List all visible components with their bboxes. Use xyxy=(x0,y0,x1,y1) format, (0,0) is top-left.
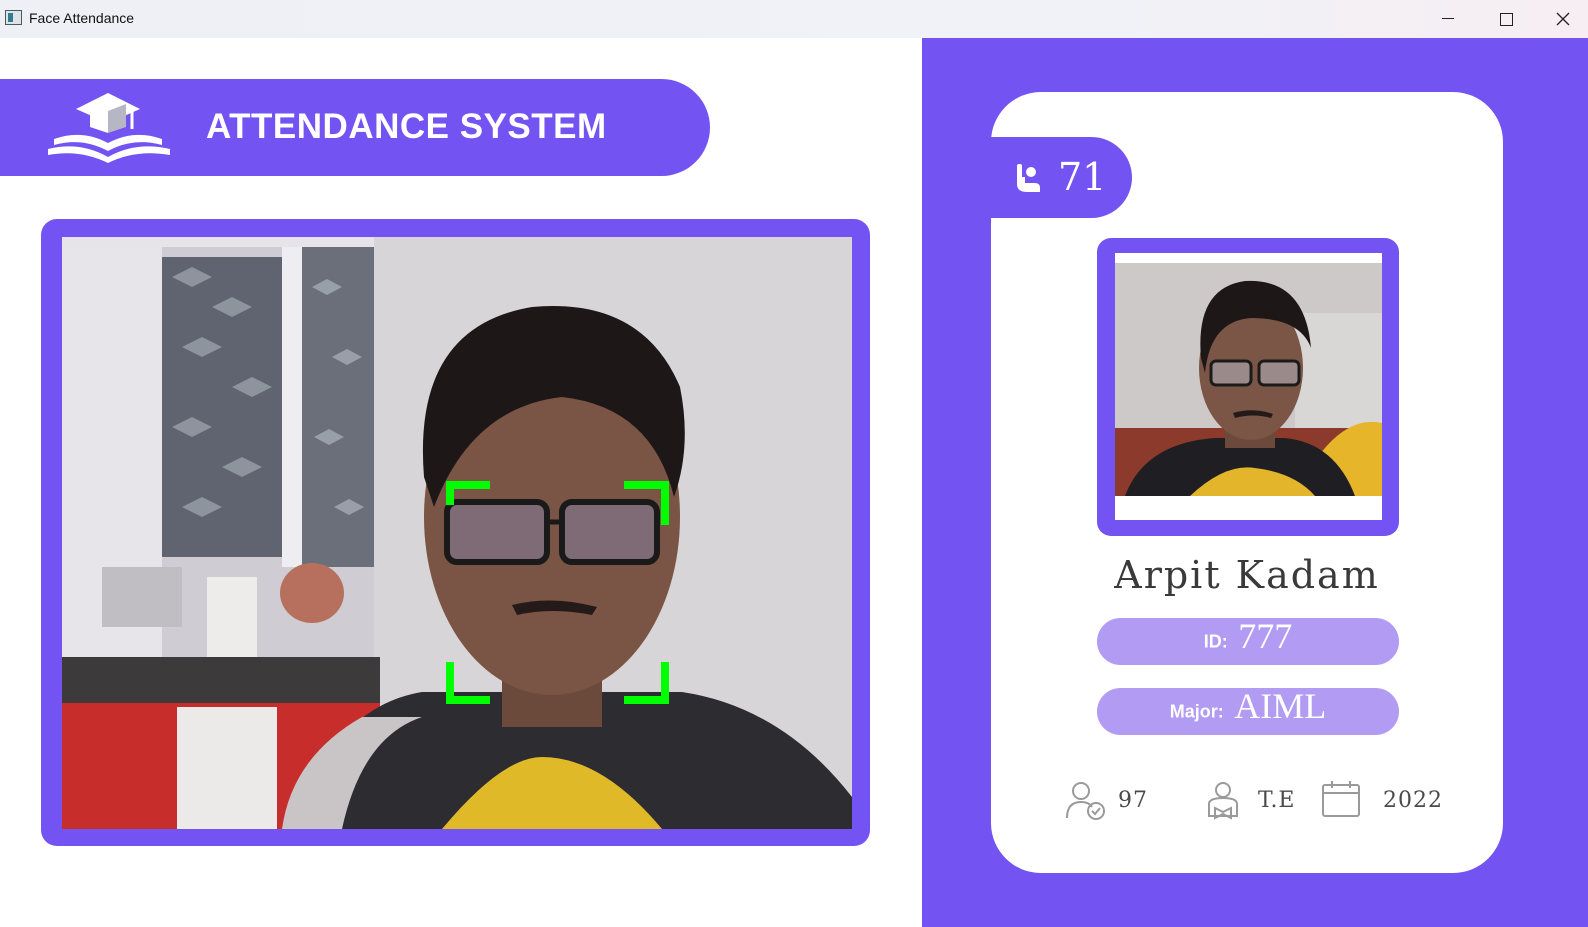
student-major-pill: Major: AIML xyxy=(1097,686,1399,735)
id-value: 777 xyxy=(1238,616,1293,656)
student-reading-icon xyxy=(1208,782,1238,820)
close-button[interactable] xyxy=(1534,0,1588,38)
raised-hand-icon xyxy=(1017,164,1040,192)
attendance-count-badge: 71 xyxy=(991,137,1132,218)
header-banner: ATTENDANCE SYSTEM xyxy=(0,79,710,176)
user-check-icon xyxy=(1066,782,1105,820)
student-info-panel: 71 Arpit Kadam ID: 777 Major: AIML 97 T.… xyxy=(922,38,1588,927)
year-value: T.E xyxy=(1258,788,1296,813)
major-label: Major: xyxy=(1169,701,1224,722)
major-value: AIML xyxy=(1234,686,1327,726)
id-label: ID: xyxy=(1203,631,1228,652)
window-title: Face Attendance xyxy=(29,10,135,26)
camera-frame xyxy=(41,219,870,846)
webcam-image xyxy=(62,237,852,829)
maximize-button[interactable] xyxy=(1476,0,1534,38)
webcam-feed xyxy=(62,237,852,829)
app-title: ATTENDANCE SYSTEM xyxy=(206,107,607,146)
standing-value: 97 xyxy=(1118,788,1148,813)
total-attendance-value: 71 xyxy=(1058,155,1107,199)
student-photo-frame xyxy=(1097,238,1399,536)
title-bar: Face Attendance xyxy=(0,0,1588,38)
student-card: 71 Arpit Kadam ID: 777 Major: AIML 97 T.… xyxy=(991,92,1503,873)
student-stats-row: 97 T.E 2022 xyxy=(991,780,1503,830)
graduation-cap-book-icon xyxy=(48,93,170,163)
calendar-icon xyxy=(1322,781,1360,817)
student-photo xyxy=(1115,263,1382,496)
app-icon xyxy=(5,10,22,25)
starting-year-value: 2022 xyxy=(1383,788,1443,813)
close-icon xyxy=(1556,12,1570,26)
minimize-button[interactable] xyxy=(1418,0,1476,38)
student-name: Arpit Kadam xyxy=(1114,553,1380,597)
student-id-pill: ID: 777 xyxy=(1097,616,1399,665)
